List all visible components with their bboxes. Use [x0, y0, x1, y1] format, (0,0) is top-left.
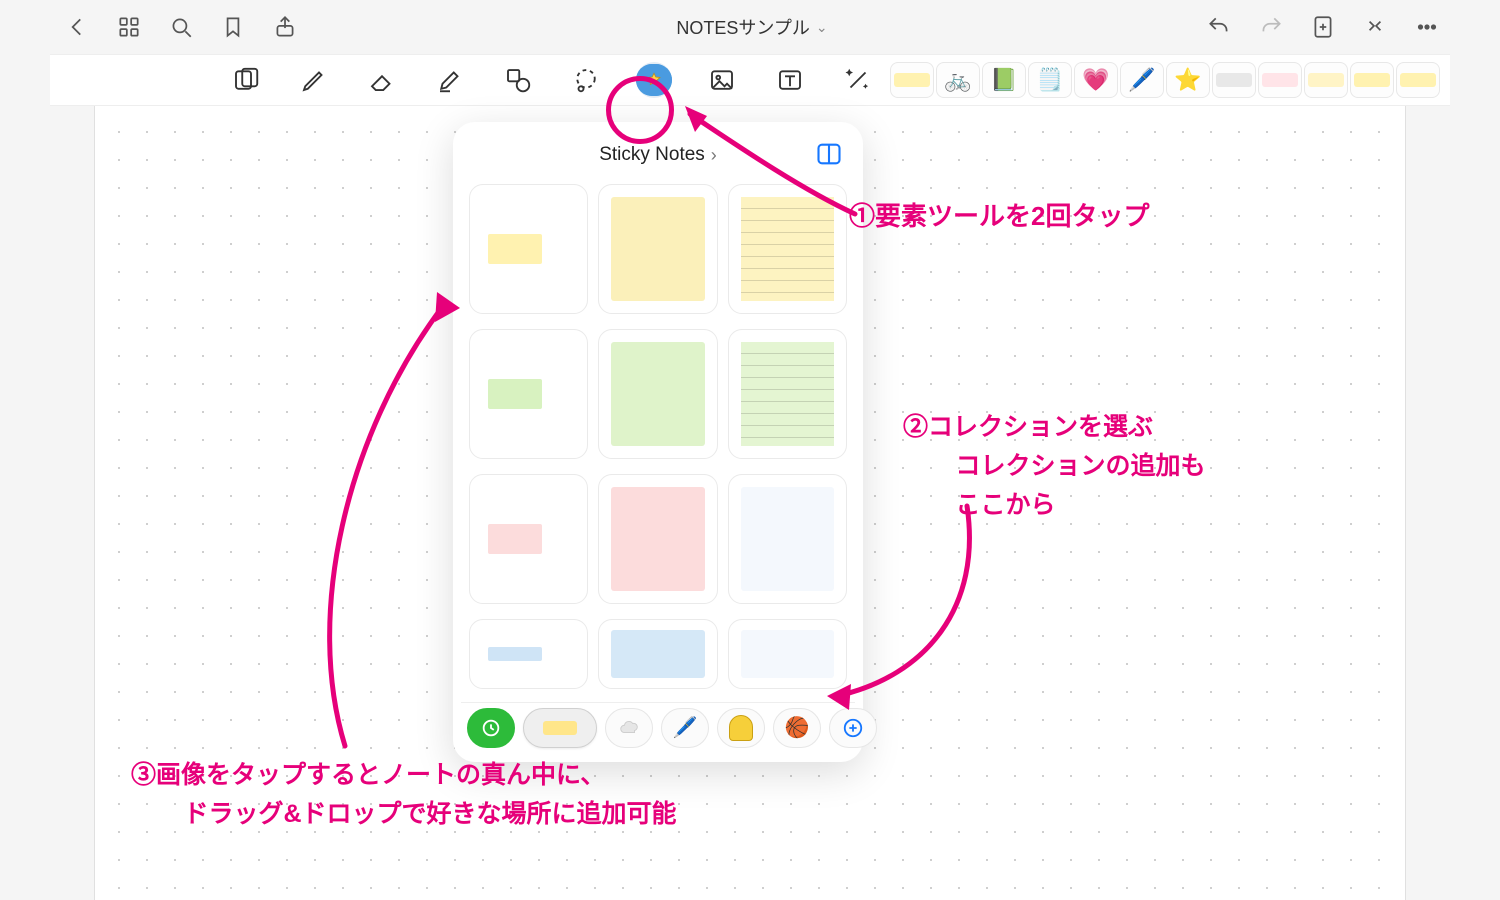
- sticky-pink-square[interactable]: [598, 474, 717, 604]
- sticky-blue-square[interactable]: [598, 619, 717, 689]
- collection-clouds[interactable]: [605, 708, 653, 748]
- add-page-icon[interactable]: [1310, 14, 1336, 40]
- more-icon[interactable]: [1414, 14, 1440, 40]
- recent-collage[interactable]: 🗒️: [1028, 62, 1072, 98]
- note-canvas[interactable]: Sticky Notes › 🖊️🏀 ①要素ツールを2回タップ ②コレクションを…: [94, 106, 1406, 900]
- annotation-arrow-1: [635, 96, 895, 246]
- collection-tabs: 🖊️🏀: [461, 702, 855, 752]
- eraser-icon[interactable]: [364, 62, 400, 98]
- recent-yellow2[interactable]: [1304, 62, 1348, 98]
- document-title[interactable]: NOTESサンプル ⌄: [676, 14, 827, 40]
- bookmark-icon[interactable]: [220, 14, 246, 40]
- collapse-icon[interactable]: [1362, 14, 1388, 40]
- collection-pens[interactable]: 🖊️: [661, 708, 709, 748]
- undo-icon[interactable]: [1206, 14, 1232, 40]
- search-icon[interactable]: [168, 14, 194, 40]
- back-icon[interactable]: [64, 14, 90, 40]
- magic-icon[interactable]: [840, 62, 876, 98]
- recent-cloud[interactable]: [1212, 62, 1256, 98]
- annotation-arrow-3: [285, 276, 505, 756]
- recent-yellow-memo[interactable]: [890, 62, 934, 98]
- collection-stickynotes[interactable]: [523, 708, 597, 748]
- sticky-green-lined[interactable]: [728, 329, 847, 459]
- title-caret-icon: ⌄: [816, 19, 828, 36]
- redo-icon[interactable]: [1258, 14, 1284, 40]
- text-icon[interactable]: [772, 62, 808, 98]
- recent-heart[interactable]: 💗: [1074, 62, 1118, 98]
- sticky-green-square[interactable]: [598, 329, 717, 459]
- recent-pink-memo[interactable]: [1258, 62, 1302, 98]
- shape-icon[interactable]: [500, 62, 536, 98]
- title-bar: NOTESサンプル ⌄: [50, 0, 1450, 54]
- recent-pen[interactable]: 🖊️: [1120, 62, 1164, 98]
- lasso-icon[interactable]: [568, 62, 604, 98]
- recent-green-book[interactable]: 📗: [982, 62, 1026, 98]
- annotation-3: ③画像をタップするとノートの真ん中に、 ドラッグ&ドロップで好きな場所に追加可能: [131, 756, 677, 834]
- annotation-arrow-2: [807, 486, 1027, 716]
- recent-bicycle[interactable]: 🚲: [936, 62, 980, 98]
- highlighter-icon[interactable]: [432, 62, 468, 98]
- grid-icon[interactable]: [116, 14, 142, 40]
- collection-badges[interactable]: [717, 708, 765, 748]
- title-text: NOTESサンプル: [676, 14, 809, 40]
- share-icon[interactable]: [272, 14, 298, 40]
- annotation-ring: [606, 76, 674, 144]
- read-mode-icon[interactable]: [228, 62, 264, 98]
- recent-yellow3[interactable]: [1350, 62, 1394, 98]
- recent-star[interactable]: ⭐: [1166, 62, 1210, 98]
- pen-icon[interactable]: [296, 62, 332, 98]
- recent-yellow4[interactable]: [1396, 62, 1440, 98]
- image-icon[interactable]: [704, 62, 740, 98]
- recent-stickers: 🚲📗🗒️💗🖊️⭐: [890, 62, 1442, 98]
